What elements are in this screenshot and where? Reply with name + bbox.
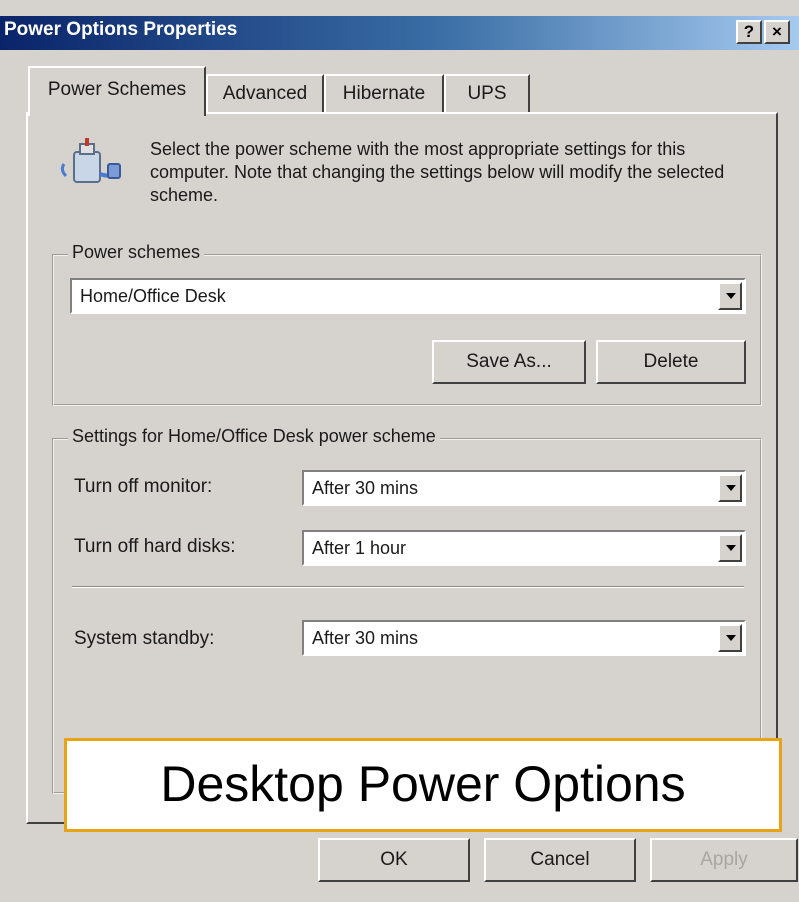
standby-value: After 30 mins — [312, 628, 419, 648]
disks-select[interactable]: After 1 hour — [302, 530, 746, 566]
power-scheme-value: Home/Office Desk — [80, 286, 226, 306]
apply-button[interactable]: Apply — [650, 838, 798, 882]
power-schemes-group-label: Power schemes — [68, 242, 205, 263]
intro-text: Select the power scheme with the most ap… — [150, 139, 725, 205]
disks-value: After 1 hour — [312, 538, 407, 558]
power-options-dialog: Power Options Properties ? × Power Schem… — [0, 0, 799, 902]
tab-ups[interactable]: UPS — [444, 74, 530, 114]
monitor-select[interactable]: After 30 mins — [302, 470, 746, 506]
ok-button[interactable]: OK — [318, 838, 470, 882]
chevron-down-icon[interactable] — [718, 534, 742, 562]
save-as-button[interactable]: Save As... — [432, 340, 586, 384]
monitor-label: Turn off monitor: — [74, 476, 213, 497]
caption-label: Desktop Power Options — [64, 738, 782, 832]
divider — [72, 586, 744, 588]
close-button[interactable]: × — [764, 20, 790, 44]
settings-group-label: Settings for Home/Office Desk power sche… — [68, 426, 440, 447]
cancel-button[interactable]: Cancel — [484, 838, 636, 882]
disks-label: Turn off hard disks: — [74, 536, 236, 557]
power-scheme-icon — [56, 134, 128, 194]
help-button[interactable]: ? — [736, 20, 762, 44]
chevron-down-icon[interactable] — [718, 624, 742, 652]
power-scheme-select[interactable]: Home/Office Desk — [70, 278, 746, 314]
window-title: Power Options Properties — [4, 19, 238, 40]
chevron-down-icon[interactable] — [718, 474, 742, 502]
chevron-down-icon[interactable] — [718, 282, 742, 310]
standby-label: System standby: — [74, 628, 215, 649]
monitor-value: After 30 mins — [312, 478, 419, 498]
tab-advanced[interactable]: Advanced — [206, 74, 324, 114]
delete-button[interactable]: Delete — [596, 340, 746, 384]
standby-select[interactable]: After 30 mins — [302, 620, 746, 656]
tab-hibernate[interactable]: Hibernate — [324, 74, 444, 114]
tab-power-schemes[interactable]: Power Schemes — [28, 66, 206, 116]
